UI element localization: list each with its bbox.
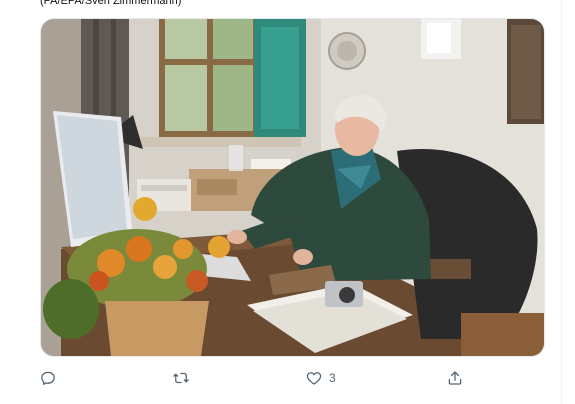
photo-illustration xyxy=(41,19,544,356)
tweet-card: (PA/EPA/Sven Zimmermann) 3 xyxy=(0,0,575,404)
timeline-divider xyxy=(561,0,562,404)
retweet-icon xyxy=(173,372,189,384)
tweet-action-bar: 3 xyxy=(0,364,575,392)
image-credit: (PA/EPA/Sven Zimmermann) xyxy=(40,0,182,7)
like-count: 3 xyxy=(329,371,336,385)
share-button[interactable] xyxy=(446,368,464,388)
reply-button[interactable] xyxy=(39,368,57,388)
like-button[interactable]: 3 xyxy=(305,368,336,388)
share-icon xyxy=(448,371,462,385)
reply-icon xyxy=(41,371,55,386)
retweet-button[interactable] xyxy=(172,368,190,388)
tweet-photo[interactable] xyxy=(40,18,545,357)
heart-icon xyxy=(306,372,322,385)
